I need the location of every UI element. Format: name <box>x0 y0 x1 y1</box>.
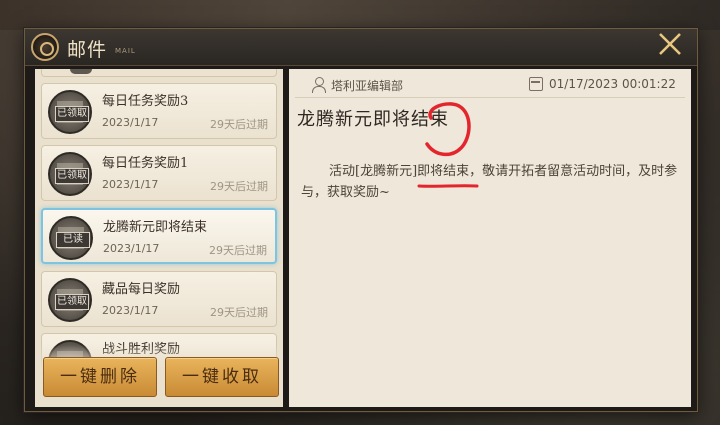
mail-emblem-icon <box>31 33 59 61</box>
mail-expire: 29天后过期 <box>209 244 267 257</box>
mail-envelope-icon: 已读 <box>49 216 93 260</box>
mail-status-stamp: 已领取 <box>55 106 89 122</box>
list-item[interactable]: 已领取 每日任务奖励1 2023/1/17 29天后过期 <box>41 145 277 201</box>
mail-status-stamp: 已读 <box>56 232 90 248</box>
mail-status-stamp: 已领取 <box>55 294 89 310</box>
background-top-strip <box>0 0 720 30</box>
mail-date: 2023/1/17 <box>102 178 159 191</box>
calendar-icon <box>529 77 543 91</box>
close-x-icon[interactable] <box>653 27 687 61</box>
mail-envelope-icon: 已领取 <box>48 278 92 322</box>
list-item[interactable]: 已领取 每日任务奖励3 2023/1/17 29天后过期 <box>41 83 277 139</box>
window-title: 邮件 <box>67 39 108 61</box>
mail-date: 2023/1/17 <box>103 242 160 255</box>
mail-detail-header: 塔利亚编辑部 01/17/2023 00:01:22 <box>295 75 685 98</box>
list-item[interactable]: 已领取 藏品每日奖励 2023/1/17 29天后过期 <box>41 271 277 327</box>
mail-sender: 塔利亚编辑部 <box>331 79 404 93</box>
mail-datetime: 01/17/2023 00:01:22 <box>549 77 676 91</box>
claim-all-button[interactable]: 一键收取 <box>165 357 279 397</box>
mail-status-stamp: 已领取 <box>55 168 89 184</box>
mail-title: 龙腾新元即将结束 <box>103 220 208 235</box>
user-icon <box>311 77 326 93</box>
mail-title: 每日任务奖励3 <box>102 94 189 109</box>
mail-envelope-icon: 已领取 <box>48 90 92 134</box>
mail-expire: 29天后过期 <box>210 118 268 131</box>
mail-date: 2023/1/17 <box>102 116 159 129</box>
mail-title: 藏品每日奖励 <box>102 282 181 297</box>
window-subtitle: MAIL <box>115 47 136 55</box>
mail-expire: 29天后过期 <box>210 306 268 319</box>
mail-body: 活动[龙腾新元]即将结束，敬请开拓者留意活动时间，及时参与，获取奖励~ <box>301 164 678 200</box>
mail-window: 邮件 MAIL 已领取 每日任务奖励3 2023/1/17 29天后过期 已领取… <box>24 28 698 412</box>
mail-expire: 29天后过期 <box>210 180 268 193</box>
mail-title: 每日任务奖励1 <box>102 156 189 171</box>
delete-all-button[interactable]: 一键删除 <box>43 357 157 397</box>
list-item-selected[interactable]: 已读 龙腾新元即将结束 2023/1/17 29天后过期 <box>41 208 277 264</box>
close-x-icon-graphic <box>659 33 681 55</box>
list-item-partial-top[interactable] <box>41 69 277 77</box>
mail-date: 2023/1/17 <box>102 304 159 317</box>
mail-envelope-icon: 已领取 <box>48 152 92 196</box>
red-circle-annotation <box>425 102 471 157</box>
title-bar: 邮件 MAIL <box>25 29 697 66</box>
mail-detail-panel: 塔利亚编辑部 01/17/2023 00:01:22 龙腾新元即将结束 活动[龙… <box>289 69 691 407</box>
red-underline-annotation <box>417 184 479 188</box>
mail-list-panel[interactable]: 已领取 每日任务奖励3 2023/1/17 29天后过期 已领取 每日任务奖励1… <box>35 69 283 407</box>
